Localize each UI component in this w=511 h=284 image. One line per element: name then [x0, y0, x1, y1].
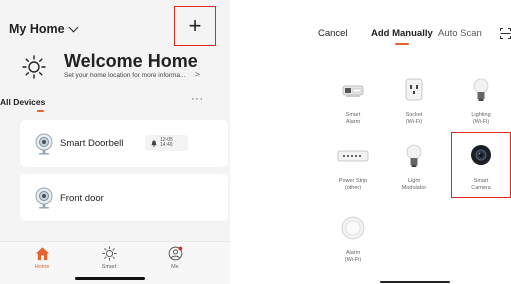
category-label-line1: Smart	[345, 112, 361, 118]
user-icon	[168, 246, 182, 261]
category-label-line2: (other)	[344, 185, 362, 191]
category-label-line2: (Wi-Fi)	[405, 119, 423, 125]
category-label: Socket (Wi-Fi)	[384, 112, 444, 126]
tab-smart[interactable]: Smart	[89, 246, 129, 270]
tab-home[interactable]: Home	[22, 246, 62, 270]
device-name: Front door	[60, 193, 104, 204]
alarm-device-icon	[342, 85, 364, 97]
category-alarm-wifi[interactable]: Alarm (Wi-Fi)	[323, 215, 383, 264]
more-options-icon[interactable]: ···	[191, 93, 204, 105]
event-badge: 12-05 14:40	[145, 135, 188, 151]
scan-icon[interactable]	[500, 28, 511, 39]
tab-all-devices[interactable]: All Devices	[0, 97, 45, 107]
home-selector-label: My Home	[9, 22, 65, 36]
category-light-modulator[interactable]: Light Modulator	[384, 143, 444, 192]
category-label-line2: (Wi-Fi)	[344, 257, 362, 263]
socket-icon	[405, 78, 423, 101]
category-socket-wifi[interactable]: Socket (Wi-Fi)	[384, 77, 444, 126]
camera-icon	[35, 187, 53, 209]
tab-add-manually[interactable]: Add Manually	[371, 28, 433, 39]
device-card-front-door[interactable]: Front door	[20, 174, 228, 221]
tab-label: Home	[34, 264, 50, 270]
add-device-button[interactable]: +	[174, 6, 216, 46]
category-label-line1: Power Strip	[338, 178, 368, 184]
plus-icon: +	[188, 13, 202, 38]
home-screen: My Home + Welcome Home Set your home loc…	[0, 0, 230, 284]
device-name: Smart Doorbell	[60, 138, 124, 149]
tab-active-indicator	[395, 43, 409, 45]
tab-label: Smart	[101, 264, 117, 270]
alarm-sensor-icon	[341, 216, 365, 240]
home-selector[interactable]: My Home	[9, 22, 79, 36]
welcome-subtitle[interactable]: Set your home location for more informa.…	[64, 72, 185, 79]
selection-highlight	[451, 132, 511, 198]
event-time: 14:40	[160, 142, 173, 148]
category-label-line1: Socket	[405, 112, 423, 118]
category-label-line2: Alarm	[345, 119, 361, 125]
category-label: Light Modulator	[384, 178, 444, 192]
sun-icon	[22, 55, 46, 79]
event-timestamp: 12-05 14:40	[160, 137, 173, 149]
tab-label: Me	[171, 264, 179, 270]
tab-me[interactable]: Me	[155, 246, 195, 270]
sun-icon	[101, 246, 117, 261]
tab-active-indicator	[37, 110, 44, 112]
bell-icon	[151, 140, 157, 147]
power-strip-icon	[337, 150, 369, 162]
camera-icon	[35, 133, 53, 155]
welcome-title: Welcome Home	[64, 51, 198, 71]
bulb-icon	[406, 144, 422, 167]
category-label: Smart Alarm	[323, 112, 383, 126]
category-label-line1: Alarm	[345, 250, 361, 256]
category-label-line2: (Wi-Fi)	[472, 119, 490, 125]
category-power-strip[interactable]: Power Strip (other)	[323, 143, 383, 192]
category-label-line2: Modulator	[401, 185, 427, 191]
chevron-right-icon[interactable]: >	[195, 70, 200, 79]
category-label-line1: Lighting	[471, 112, 491, 118]
category-smart-alarm[interactable]: Smart Alarm	[323, 77, 383, 126]
category-label: Power Strip (other)	[323, 178, 383, 192]
bulb-icon	[473, 78, 489, 101]
device-card-smart-doorbell[interactable]: Smart Doorbell 12-05 14:40	[20, 120, 228, 167]
category-label-line1: Light	[408, 178, 420, 184]
category-label: Lighting (Wi-Fi)	[451, 112, 511, 126]
home-icon	[35, 247, 49, 261]
tab-auto-scan[interactable]: Auto Scan	[438, 28, 482, 39]
chevron-down-icon	[68, 22, 79, 32]
cancel-button[interactable]: Cancel	[318, 28, 348, 39]
category-label: Alarm (Wi-Fi)	[323, 250, 383, 264]
home-indicator	[75, 277, 145, 280]
category-lighting-wifi[interactable]: Lighting (Wi-Fi)	[451, 77, 511, 126]
